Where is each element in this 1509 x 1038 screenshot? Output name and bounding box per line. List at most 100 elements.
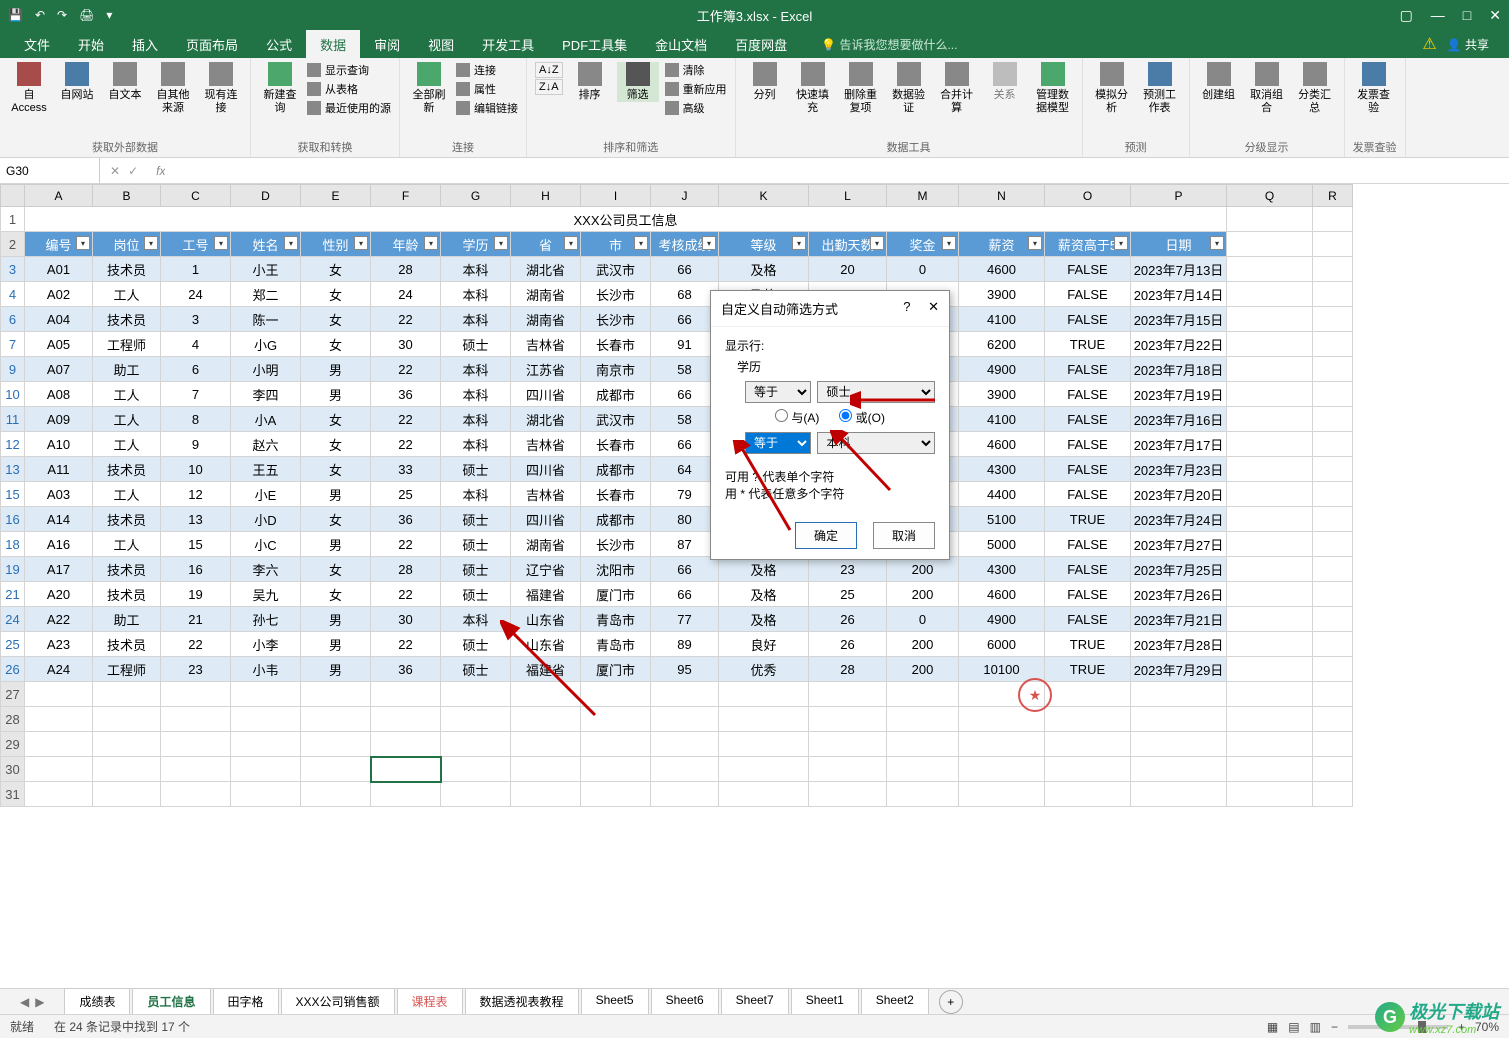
data-cell[interactable]: 小A [231,407,301,432]
data-cell[interactable]: 长沙市 [581,307,651,332]
data-cell[interactable]: 福建省 [511,657,581,682]
data-cell[interactable]: A02 [25,282,93,307]
data-cell[interactable]: 3 [161,307,231,332]
connections-button[interactable]: 连接 [456,62,518,78]
data-cell[interactable]: 辽宁省 [511,557,581,582]
filter-dropdown-icon[interactable]: ▾ [144,236,158,250]
data-cell[interactable]: 及格 [719,582,809,607]
data-cell[interactable]: 小明 [231,357,301,382]
data-cell[interactable]: 200 [887,632,959,657]
data-cell[interactable]: 4100 [959,307,1045,332]
data-cell[interactable]: 10 [161,457,231,482]
cancel-formula-icon[interactable]: ✕ [110,164,120,178]
data-cell[interactable]: 硕士 [441,457,511,482]
data-cell[interactable]: FALSE [1045,532,1131,557]
data-cell[interactable]: 成都市 [581,382,651,407]
data-cell[interactable]: FALSE [1045,382,1131,407]
from-other-button[interactable]: 自其他来源 [152,62,194,115]
data-cell[interactable]: 湖南省 [511,307,581,332]
operator-1-select[interactable]: 等于 [745,381,811,403]
data-cell[interactable]: 6200 [959,332,1045,357]
tab-view[interactable]: 视图 [414,29,468,60]
data-cell[interactable]: 本科 [441,257,511,282]
data-cell[interactable]: 9 [161,432,231,457]
filter-dropdown-icon[interactable]: ▾ [354,236,368,250]
remove-dup-button[interactable]: 删除重复项 [840,62,882,115]
column-header[interactable]: L [809,185,887,207]
data-cell[interactable]: 本科 [441,382,511,407]
data-cell[interactable]: 工人 [93,282,161,307]
data-cell[interactable]: 湖南省 [511,532,581,557]
data-cell[interactable]: A16 [25,532,93,557]
table-header-cell[interactable]: 奖金▾ [887,232,959,257]
column-header[interactable]: F [371,185,441,207]
column-header[interactable]: A [25,185,93,207]
data-cell[interactable]: 本科 [441,607,511,632]
data-cell[interactable]: 女 [301,457,371,482]
data-cell[interactable]: TRUE [1045,632,1131,657]
from-text-button[interactable]: 自文本 [104,62,146,102]
data-cell[interactable]: 16 [161,557,231,582]
flash-fill-button[interactable]: 快速填充 [792,62,834,115]
view-layout-icon[interactable]: ▤ [1288,1020,1299,1034]
data-cell[interactable]: 硕士 [441,507,511,532]
data-model-button[interactable]: 管理数据模型 [1032,62,1074,115]
tab-formulas[interactable]: 公式 [252,29,306,60]
data-cell[interactable]: 厦门市 [581,657,651,682]
advanced-filter-button[interactable]: 高级 [665,100,727,116]
sheet-tab[interactable]: Sheet5 [581,988,649,1016]
table-header-cell[interactable]: 岗位▾ [93,232,161,257]
data-cell[interactable]: 成都市 [581,457,651,482]
tab-dev[interactable]: 开发工具 [468,29,548,60]
data-cell[interactable]: 陈一 [231,307,301,332]
data-cell[interactable]: 4 [161,332,231,357]
filter-dropdown-icon[interactable]: ▾ [1114,236,1128,250]
data-cell[interactable]: A07 [25,357,93,382]
operator-2-select[interactable]: 等于 [745,432,811,454]
share-button[interactable]: 👤 共享 [1447,36,1489,53]
table-header-cell[interactable]: 薪资▾ [959,232,1045,257]
data-cell[interactable]: 66 [651,257,719,282]
data-cell[interactable]: 男 [301,357,371,382]
data-cell[interactable]: 硕士 [441,532,511,557]
data-cell[interactable]: 硕士 [441,632,511,657]
filter-dropdown-icon[interactable]: ▾ [494,236,508,250]
data-cell[interactable]: 女 [301,507,371,532]
data-cell[interactable]: 技术员 [93,632,161,657]
data-cell[interactable]: 23 [161,657,231,682]
sheet-tab[interactable]: Sheet7 [721,988,789,1016]
data-cell[interactable]: 青岛市 [581,632,651,657]
print-icon[interactable]: 🖨 [79,8,94,22]
data-cell[interactable]: 87 [651,532,719,557]
data-cell[interactable]: 湖北省 [511,407,581,432]
column-header[interactable]: D [231,185,301,207]
data-cell[interactable]: 工人 [93,382,161,407]
data-cell[interactable]: 58 [651,357,719,382]
data-cell[interactable]: 4600 [959,582,1045,607]
data-cell[interactable]: 13 [161,507,231,532]
data-cell[interactable]: 四川省 [511,382,581,407]
data-cell[interactable]: 6000 [959,632,1045,657]
tab-review[interactable]: 审阅 [360,29,414,60]
data-cell[interactable]: 长沙市 [581,282,651,307]
data-cell[interactable]: 2023年7月20日 [1131,482,1227,507]
data-cell[interactable]: A09 [25,407,93,432]
data-cell[interactable]: 95 [651,657,719,682]
data-cell[interactable]: 22 [371,407,441,432]
data-cell[interactable]: A08 [25,382,93,407]
data-cell[interactable]: A24 [25,657,93,682]
data-cell[interactable]: 女 [301,582,371,607]
filter-dropdown-icon[interactable]: ▾ [792,236,806,250]
data-cell[interactable]: A22 [25,607,93,632]
data-cell[interactable]: 26 [809,607,887,632]
data-cell[interactable]: 良好 [719,632,809,657]
data-cell[interactable]: 36 [371,382,441,407]
column-header[interactable]: K [719,185,809,207]
data-cell[interactable]: 硕士 [441,657,511,682]
data-cell[interactable]: 24 [371,282,441,307]
edit-links-button[interactable]: 编辑链接 [456,100,518,116]
data-cell[interactable]: 1 [161,257,231,282]
formula-input[interactable] [165,163,1509,178]
data-cell[interactable]: 200 [887,557,959,582]
filter-dropdown-icon[interactable]: ▾ [702,236,716,250]
